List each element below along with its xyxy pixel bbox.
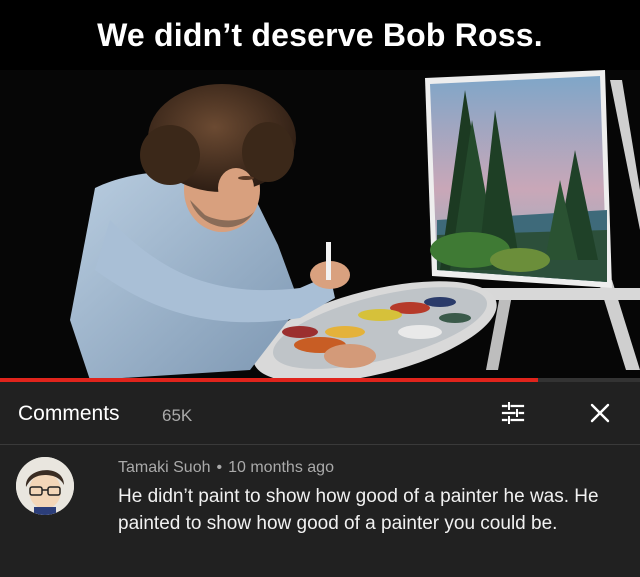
comments-panel: Comments 65K Tamaki Suoh • 10 months ago…	[0, 382, 640, 577]
meme-caption-bar: We didn’t deserve Bob Ross.	[0, 0, 640, 70]
comments-count: 65K	[162, 406, 193, 425]
comments-title: Comments	[18, 402, 120, 425]
meme-caption: We didn’t deserve Bob Ross.	[97, 16, 543, 53]
comment-text: He didn’t paint to show how good of a pa…	[118, 486, 599, 534]
meta-separator: •	[216, 459, 223, 476]
close-button[interactable]	[585, 398, 615, 428]
sort-button[interactable]	[498, 398, 528, 428]
comment-meta: Tamaki Suoh • 10 months ago	[118, 459, 334, 477]
sort-filter-icon	[501, 401, 525, 424]
comment-author[interactable]: Tamaki Suoh	[118, 459, 211, 476]
canvas-painting	[425, 70, 612, 288]
avatar[interactable]	[16, 457, 74, 515]
comments-header: Comments 65K	[0, 382, 640, 444]
video-frame[interactable]	[0, 70, 640, 380]
comment-time: 10 months ago	[228, 459, 334, 476]
video-frame-image	[0, 70, 640, 380]
close-icon	[590, 403, 610, 423]
avatar-image	[16, 457, 74, 515]
comment-item: Tamaki Suoh • 10 months ago He didn’t pain…	[0, 445, 640, 577]
